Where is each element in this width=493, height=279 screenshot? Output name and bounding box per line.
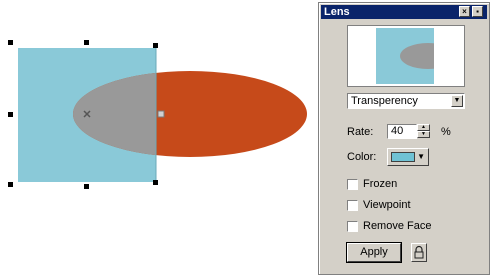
- selection-handle[interactable]: [8, 112, 13, 117]
- remove-face-checkbox[interactable]: [347, 221, 358, 232]
- selection-handle[interactable]: [153, 180, 158, 185]
- chevron-down-icon[interactable]: ▼: [451, 95, 463, 107]
- drawing-canvas[interactable]: [0, 0, 318, 279]
- canvas-drawing: [8, 40, 307, 189]
- frozen-checkbox[interactable]: [347, 179, 358, 190]
- rate-label: Rate:: [347, 126, 374, 138]
- lock-button[interactable]: [411, 243, 427, 262]
- rate-unit: %: [441, 126, 451, 138]
- close-icon[interactable]: ×: [459, 6, 470, 17]
- docker-title: Lens: [324, 6, 350, 18]
- selection-handle[interactable]: [8, 182, 13, 187]
- spin-down-icon[interactable]: ▼: [417, 131, 430, 138]
- rate-spinner[interactable]: ▲ ▼: [417, 124, 430, 139]
- ellipse-node-handle[interactable]: [157, 110, 165, 118]
- rate-input[interactable]: 40: [387, 124, 417, 139]
- remove-face-label: Remove Face: [363, 220, 432, 232]
- color-label: Color:: [347, 151, 377, 163]
- spin-up-icon[interactable]: ▲: [417, 124, 430, 131]
- apply-button[interactable]: Apply: [346, 242, 402, 263]
- lock-icon: [414, 245, 424, 259]
- docker-titlebar[interactable]: Lens × ▪: [321, 5, 487, 19]
- lens-preview: [347, 25, 465, 87]
- color-swatch: [391, 152, 415, 162]
- chevron-down-icon: ▼: [417, 152, 425, 161]
- viewpoint-checkbox[interactable]: [347, 200, 358, 211]
- lens-type-value: Transperency: [351, 95, 418, 107]
- lens-docker: Lens × ▪ Transperency ▼ Rate: 40 ▲ ▼ % C…: [318, 2, 490, 275]
- preview-image: [376, 28, 464, 84]
- pin-icon[interactable]: ▪: [472, 6, 483, 17]
- viewpoint-label: Viewpoint: [363, 199, 411, 211]
- frozen-label: Frozen: [363, 178, 398, 190]
- selection-handle[interactable]: [84, 40, 89, 45]
- selection-handle[interactable]: [153, 43, 158, 48]
- color-picker-button[interactable]: ▼: [387, 148, 429, 166]
- lens-type-select[interactable]: Transperency ▼: [347, 93, 465, 109]
- selection-handle[interactable]: [84, 184, 89, 189]
- selection-handle[interactable]: [8, 40, 13, 45]
